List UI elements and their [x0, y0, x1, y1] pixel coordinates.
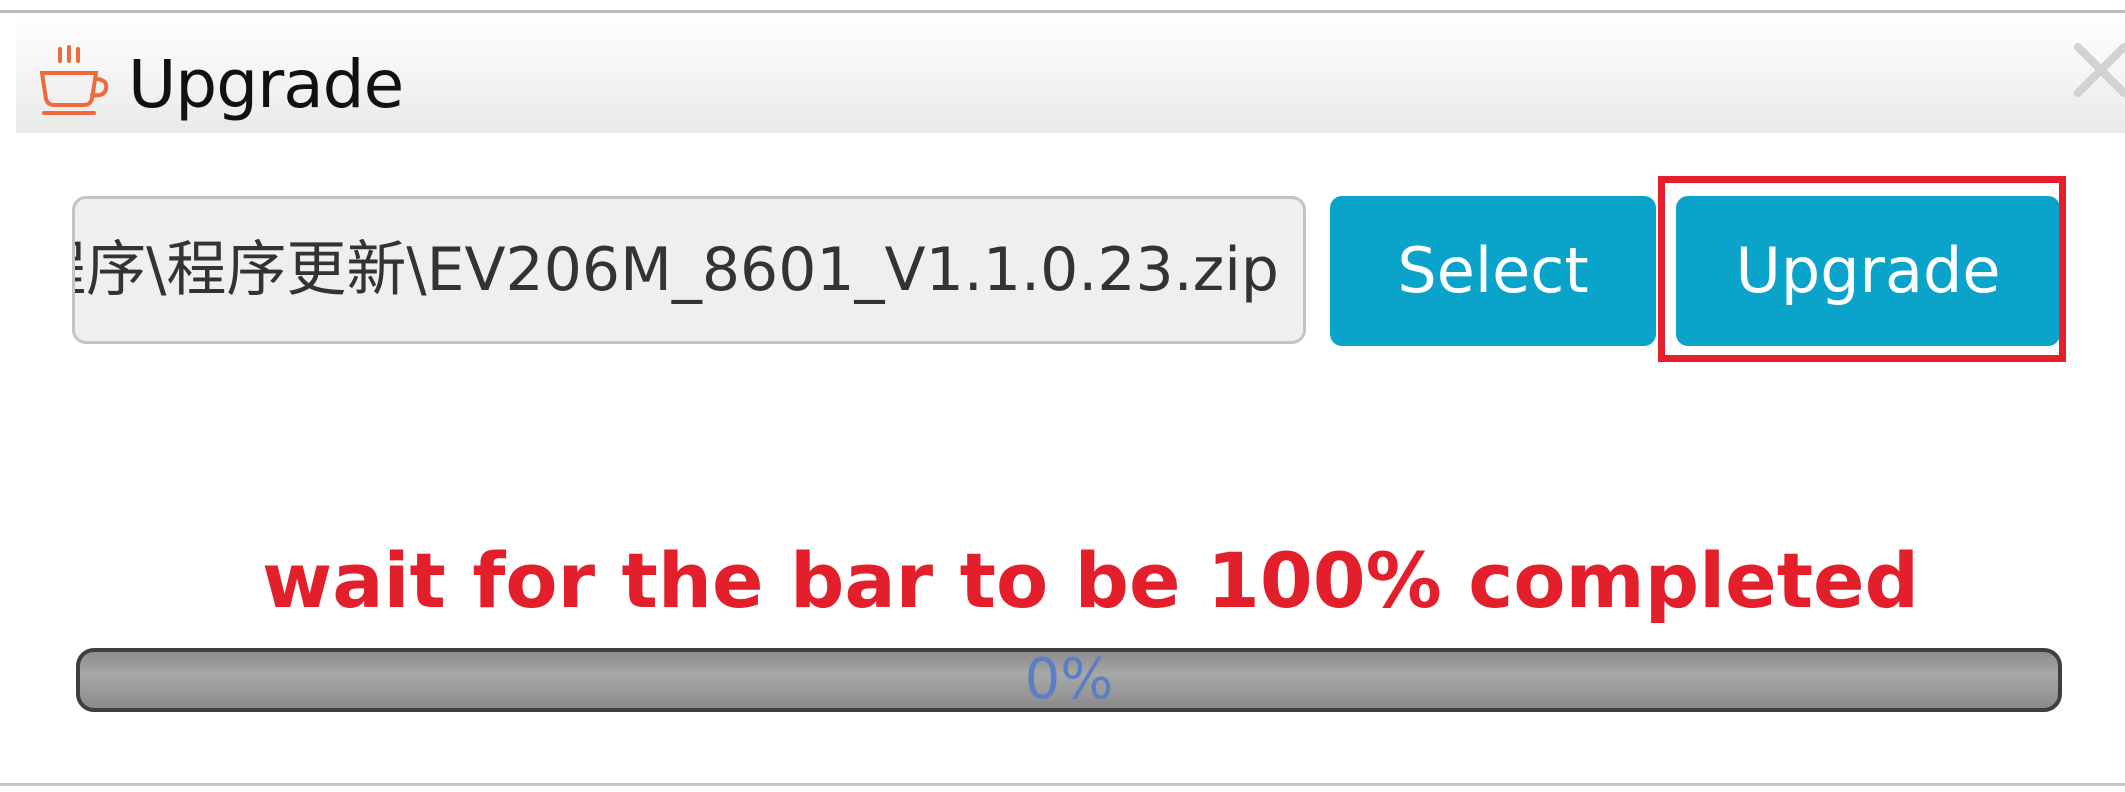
file-path-value: D:\程序\程序更新\EV206M_8601_V1.1.0.23.zip: [72, 235, 1279, 305]
upgrade-button[interactable]: Upgrade: [1676, 196, 2060, 346]
select-button[interactable]: Select: [1330, 196, 1656, 346]
window-bottom-border: [0, 783, 2125, 786]
title-bar[interactable]: Upgrade: [16, 13, 2125, 133]
close-icon[interactable]: [2072, 41, 2125, 99]
progress-label: 0%: [1024, 648, 1114, 712]
progress-bar: 0%: [76, 648, 2062, 712]
file-path-field[interactable]: D:\程序\程序更新\EV206M_8601_V1.1.0.23.zip: [72, 196, 1306, 344]
window-title: Upgrade: [128, 46, 404, 123]
instruction-annotation: wait for the bar to be 100% completed: [262, 536, 1920, 625]
coffee-cup-icon: [34, 43, 110, 119]
